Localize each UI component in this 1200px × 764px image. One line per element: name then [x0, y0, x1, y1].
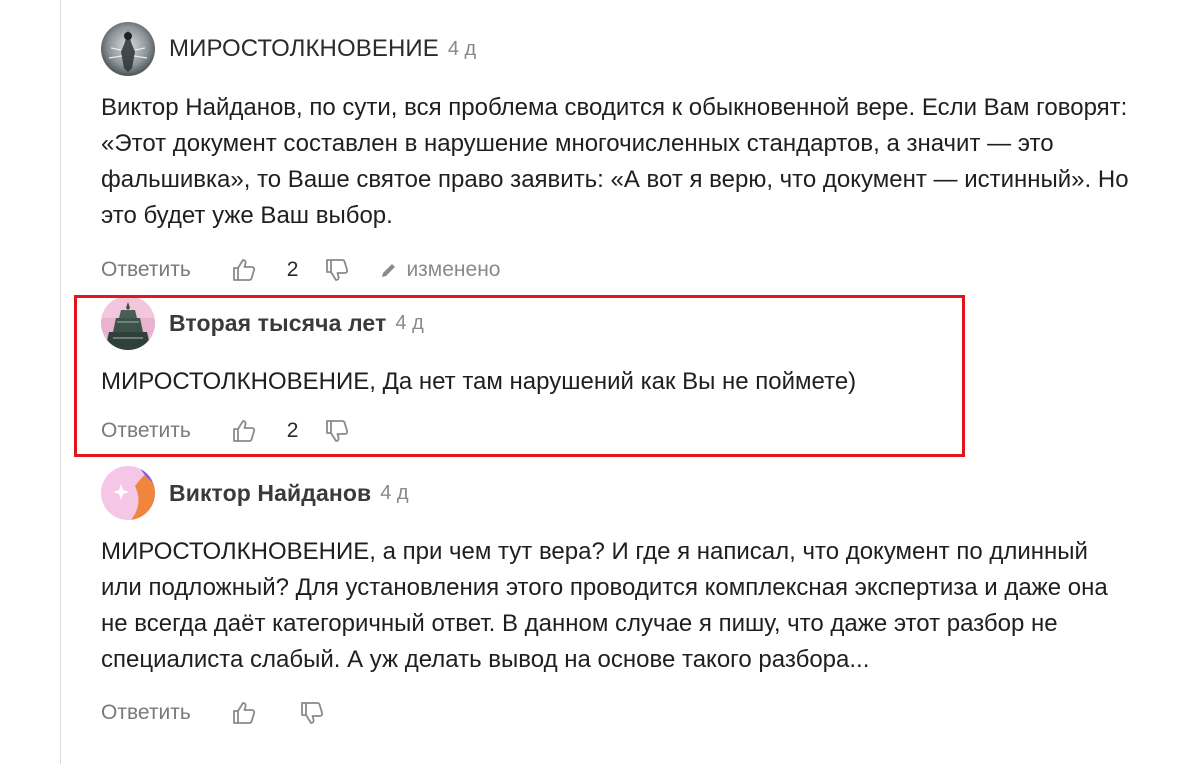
comment-header: Виктор Найданов 4 д [101, 466, 1141, 520]
thumbs-down-icon [326, 259, 349, 281]
thumbs-up-icon [232, 702, 255, 724]
thumbs-up-icon [232, 420, 255, 442]
dislike-button[interactable] [324, 418, 350, 444]
reply-button[interactable]: Ответить [101, 258, 191, 282]
like-button[interactable] [231, 418, 257, 444]
thread-line [60, 0, 61, 764]
author-name[interactable]: Вторая тысяча лет [169, 310, 386, 337]
comment-header: МИРОСТОЛКНОВЕНИЕ 4 д [101, 22, 1141, 76]
comment-text: МИРОСТОЛКНОВЕНИЕ, а при чем тут вера? И … [101, 538, 1108, 673]
author-name[interactable]: МИРОСТОЛКНОВЕНИЕ [169, 35, 439, 63]
thumbs-down-icon [300, 702, 323, 724]
comment: Вторая тысяча лет 4 д МИРОСТОЛКНОВЕНИЕ, … [101, 296, 1141, 448]
comment-actions: Ответить 2 [101, 414, 1141, 448]
comment: Виктор Найданов 4 д МИРОСТОЛКНОВЕНИЕ, а … [101, 466, 1141, 730]
comment-time: 4 д [395, 311, 424, 334]
like-count: 2 [286, 258, 299, 281]
comment: МИРОСТОЛКНОВЕНИЕ 4 д Виктор Найданов, по… [101, 22, 1141, 287]
comment-actions: Ответить [101, 696, 1141, 730]
comment-text: Виктор Найданов, по сути, вся проблема с… [101, 94, 1129, 229]
monument-avatar-icon[interactable] [101, 296, 155, 350]
comment-header: Вторая тысяча лет 4 д [101, 296, 1141, 350]
reply-button[interactable]: Ответить [101, 701, 191, 725]
thumbs-down-icon [326, 420, 349, 442]
edited-indicator: изменено [380, 258, 500, 282]
reply-button[interactable]: Ответить [101, 419, 191, 443]
author-name[interactable]: Виктор Найданов [169, 480, 371, 507]
comment-time: 4 д [380, 481, 409, 504]
comment-actions: Ответить 2 изменено [101, 253, 1141, 287]
dislike-button[interactable] [324, 257, 350, 283]
comment-time: 4 д [447, 37, 477, 60]
like-count: 2 [286, 419, 299, 442]
thumbs-up-icon [232, 259, 255, 281]
portrait-avatar-icon[interactable] [101, 22, 155, 76]
edited-label: изменено [406, 258, 501, 281]
comment-text: МИРОСТОЛКНОВЕНИЕ, Да нет там нарушений к… [101, 368, 857, 395]
pencil-icon [382, 264, 396, 277]
like-button[interactable] [231, 700, 257, 726]
dislike-button[interactable] [299, 700, 325, 726]
like-button[interactable] [231, 257, 257, 283]
gradient-avatar-icon[interactable] [101, 466, 155, 520]
